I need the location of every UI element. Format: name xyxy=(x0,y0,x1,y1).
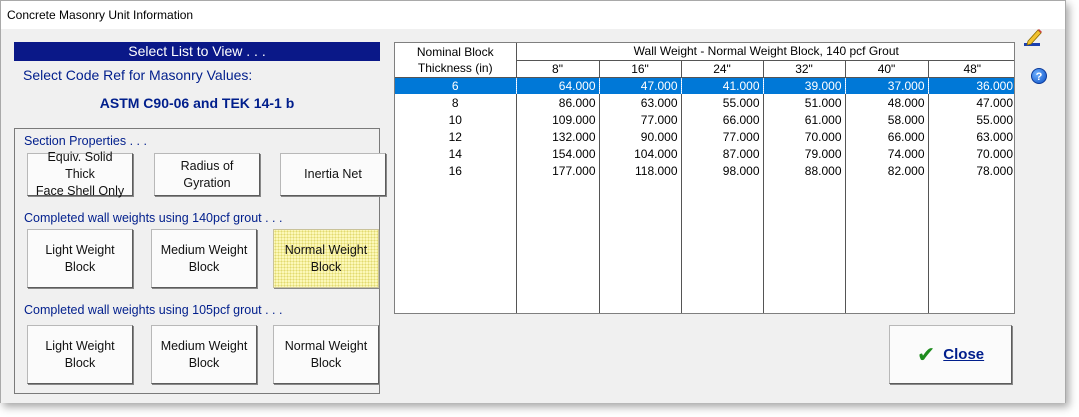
weight-cell: 63.000 xyxy=(598,94,681,111)
column-header: 16" xyxy=(598,60,681,78)
column-header: 8" xyxy=(515,60,599,78)
weight-cell: 47.000 xyxy=(598,77,681,94)
medium-weight-140-button[interactable]: Medium Weight Block xyxy=(151,229,257,288)
column-header: 32" xyxy=(762,60,845,78)
header-thickness: Thickness (in) xyxy=(395,60,516,78)
weight-cell: 78.000 xyxy=(927,162,1014,179)
weight-cell: 132.000 xyxy=(515,128,599,145)
checkmark-icon: ✔ xyxy=(916,341,936,367)
weight-cell: 98.000 xyxy=(680,162,763,179)
table-row[interactable]: 8 86.000 63.000 55.000 51.000 48.000 47.000 xyxy=(395,94,1014,111)
weight-cell: 104.000 xyxy=(598,145,681,162)
wall-weight-grid[interactable]: Nominal Block Wall Weight - Normal Weigh… xyxy=(394,42,1015,314)
weight-cell: 55.000 xyxy=(680,94,763,111)
weight-cell: 41.000 xyxy=(680,77,763,94)
weight-cell: 90.000 xyxy=(598,128,681,145)
weight-cell: 77.000 xyxy=(680,128,763,145)
empty-cell xyxy=(395,179,516,313)
weight-cell: 177.000 xyxy=(515,162,599,179)
table-row[interactable]: 12 132.000 90.000 77.000 70.000 66.000 63.000 xyxy=(395,128,1014,145)
weight-cell: 48.000 xyxy=(844,94,928,111)
dialog-client-area: Select List to View . . . Select Code Re… xyxy=(1,29,1065,403)
weight-cell: 74.000 xyxy=(844,145,928,162)
thickness-cell: 8 xyxy=(451,95,459,110)
thickness-cell: 10 xyxy=(448,112,462,127)
weight-cell: 61.000 xyxy=(762,111,845,128)
dialog-window: Concrete Masonry Unit Information Select… xyxy=(0,0,1066,403)
light-weight-140-button[interactable]: Light Weight Block xyxy=(27,229,133,288)
thickness-cell: 6 xyxy=(395,77,516,94)
weight-cell: 64.000 xyxy=(515,77,599,94)
empty-cell xyxy=(844,179,928,313)
grout-140-label: Completed wall weights using 140pcf grou… xyxy=(24,211,283,225)
weight-cell: 88.000 xyxy=(762,162,845,179)
weight-cell: 58.000 xyxy=(844,111,928,128)
weight-cell: 87.000 xyxy=(680,145,763,162)
weight-cell: 77.000 xyxy=(598,111,681,128)
weight-cell: 55.000 xyxy=(927,111,1014,128)
section-properties-label: Section Properties . . . xyxy=(24,134,147,148)
grout-105-label: Completed wall weights using 105pcf grou… xyxy=(24,303,283,317)
close-button[interactable]: ✔ Close xyxy=(889,325,1012,384)
equiv-solid-thick-button[interactable]: Equiv. Solid Thick Face Shell Only xyxy=(27,150,133,198)
table-row[interactable]: 14 154.000 104.000 87.000 79.000 74.000 70.000 xyxy=(395,145,1014,162)
header-wall-weight-title: Wall Weight - Normal Weight Block, 140 p… xyxy=(515,43,1014,61)
weight-cell: 37.000 xyxy=(844,77,928,94)
light-weight-105-button[interactable]: Light Weight Block xyxy=(27,325,133,384)
select-list-header: Select List to View . . . xyxy=(14,42,380,61)
inertia-net-button[interactable]: Inertia Net xyxy=(280,153,386,196)
table-row[interactable]: 6 64.000 47.000 41.000 39.000 37.000 36.000 xyxy=(395,77,1014,94)
weight-cell: 70.000 xyxy=(762,128,845,145)
close-button-label: Close xyxy=(943,346,985,363)
weight-cell: 109.000 xyxy=(515,111,599,128)
edit-pencil-icon[interactable] xyxy=(1022,27,1044,49)
grid-filler-row xyxy=(395,179,1014,313)
weight-cell: 51.000 xyxy=(762,94,845,111)
empty-cell xyxy=(680,179,763,313)
medium-weight-105-button[interactable]: Medium Weight Block xyxy=(151,325,257,384)
column-header: 40" xyxy=(844,60,928,78)
weight-cell: 79.000 xyxy=(762,145,845,162)
empty-cell xyxy=(762,179,845,313)
empty-cell xyxy=(598,179,681,313)
weight-cell: 66.000 xyxy=(844,128,928,145)
weight-cell: 70.000 xyxy=(927,145,1014,162)
column-header: 48" xyxy=(927,60,1014,78)
column-header: 24" xyxy=(680,60,763,78)
weight-cell: 82.000 xyxy=(844,162,928,179)
wall-weight-table: Nominal Block Wall Weight - Normal Weigh… xyxy=(395,43,1014,313)
help-icon[interactable]: ? xyxy=(1031,68,1047,84)
weight-cell: 36.000 xyxy=(927,77,1014,94)
code-ref-value[interactable]: ASTM C90-06 and TEK 14-1 b xyxy=(14,95,380,111)
weight-cell: 118.000 xyxy=(598,162,681,179)
table-row[interactable]: 16 177.000 118.000 98.000 88.000 82.000 78.000 xyxy=(395,162,1014,179)
empty-cell xyxy=(515,179,599,313)
list-selection-group: Section Properties . . . Equiv. Solid Th… xyxy=(14,128,386,394)
normal-weight-140-button[interactable]: Normal Weight Block xyxy=(273,229,379,288)
thickness-cell: 14 xyxy=(448,146,462,161)
weight-cell: 47.000 xyxy=(927,94,1014,111)
window-title: Concrete Masonry Unit Information xyxy=(1,1,1065,29)
empty-cell xyxy=(927,179,1014,313)
thickness-cell: 12 xyxy=(448,129,462,144)
table-row[interactable]: 10 109.000 77.000 66.000 61.000 58.000 55.000 xyxy=(395,111,1014,128)
weight-cell: 63.000 xyxy=(927,128,1014,145)
weight-cell: 66.000 xyxy=(680,111,763,128)
weight-cell: 154.000 xyxy=(515,145,599,162)
header-nominal-block: Nominal Block xyxy=(395,43,516,60)
code-ref-label: Select Code Ref for Masonry Values: xyxy=(23,67,253,83)
weight-cell: 86.000 xyxy=(515,94,599,111)
radius-of-gyration-button[interactable]: Radius of Gyration xyxy=(154,153,260,196)
thickness-cell: 16 xyxy=(448,163,462,178)
normal-weight-105-button[interactable]: Normal Weight Block xyxy=(273,325,379,384)
weight-cell: 39.000 xyxy=(762,77,845,94)
